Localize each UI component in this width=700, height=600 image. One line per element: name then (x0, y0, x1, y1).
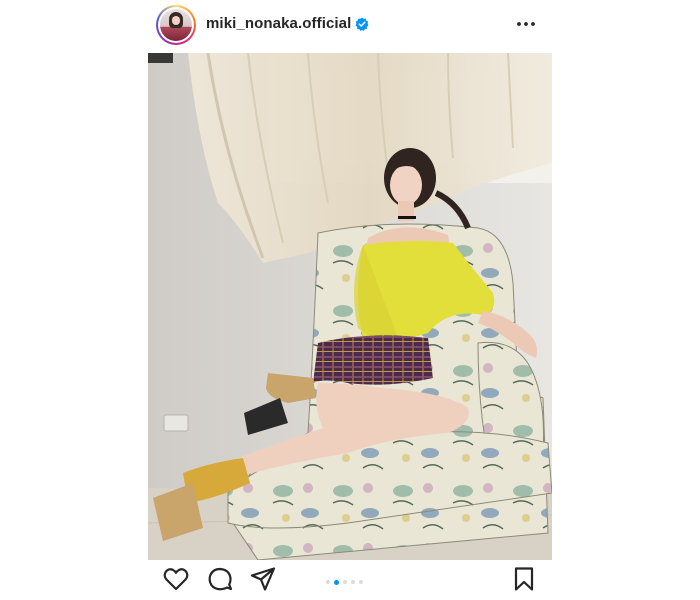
instagram-post: miki_nonaka.official (148, 0, 552, 600)
bookmark-icon[interactable] (510, 565, 538, 593)
photo-illustration (148, 53, 552, 560)
carousel-dot (326, 580, 330, 584)
verified-badge-icon (355, 17, 369, 31)
heart-icon[interactable] (162, 565, 190, 593)
avatar-image (160, 9, 192, 41)
carousel-dot (343, 580, 347, 584)
post-header: miki_nonaka.official (148, 0, 552, 52)
comment-icon[interactable] (206, 565, 234, 593)
post-actions-bar (148, 565, 552, 599)
username-link[interactable]: miki_nonaka.official (206, 15, 351, 32)
more-horizontal-icon[interactable] (514, 12, 538, 36)
carousel-dot (359, 580, 363, 584)
avatar[interactable] (156, 5, 196, 45)
carousel-dot (351, 580, 355, 584)
post-photo[interactable] (148, 53, 552, 560)
share-icon[interactable] (249, 565, 277, 593)
carousel-dot-active (334, 579, 339, 585)
carousel-indicator (326, 579, 363, 585)
